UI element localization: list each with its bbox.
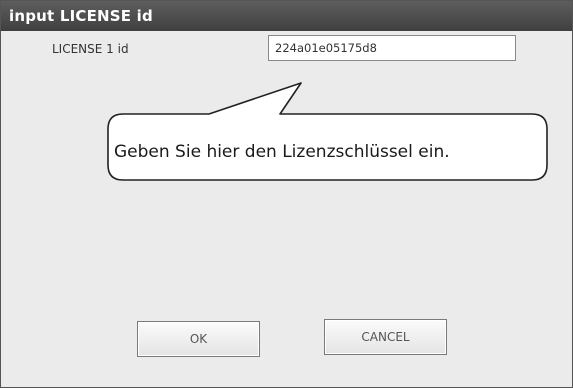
dialog-content bbox=[1, 31, 572, 387]
license-1-id-label: LICENSE 1 id bbox=[52, 42, 129, 56]
cancel-button[interactable]: CANCEL bbox=[324, 319, 447, 355]
window-title: input LICENSE id bbox=[9, 7, 153, 25]
ok-button[interactable]: OK bbox=[137, 321, 260, 357]
license-1-id-input[interactable] bbox=[268, 35, 516, 61]
callout-text: Geben Sie hier den Lizenzschlüssel ein. bbox=[114, 142, 450, 162]
title-bar[interactable]: input LICENSE id bbox=[1, 1, 572, 31]
